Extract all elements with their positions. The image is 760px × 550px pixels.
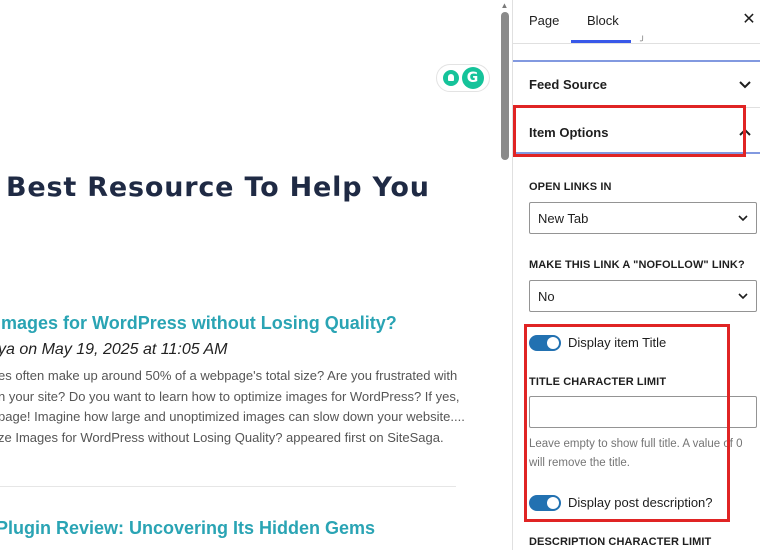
title-limit-input[interactable] bbox=[529, 396, 757, 428]
title-limit-help: Leave empty to show full title. A value … bbox=[529, 438, 743, 469]
chevron-down-icon bbox=[739, 81, 751, 89]
grammarly-widget[interactable]: G bbox=[436, 64, 490, 92]
nofollow-label: MAKE THIS LINK A "NOFOLLOW" LINK? bbox=[529, 259, 745, 271]
page-heading: Best Resource To Help You bbox=[6, 172, 430, 203]
excerpt-line: page! Imagine how large and unoptimized … bbox=[0, 409, 465, 424]
close-icon[interactable]: ✕ bbox=[741, 10, 757, 30]
excerpt-line: ze Images for WordPress without Losing Q… bbox=[0, 429, 444, 445]
nofollow-value: No bbox=[538, 289, 555, 304]
open-links-value: New Tab bbox=[538, 211, 589, 226]
open-links-label: OPEN LINKS IN bbox=[529, 181, 612, 193]
settings-sidebar: Page Block ╯ ✕ Feed Source Item Options … bbox=[512, 0, 760, 550]
nofollow-select[interactable]: No bbox=[529, 280, 757, 312]
chevron-up-icon bbox=[739, 128, 751, 136]
canvas-scrollbar-thumb[interactable] bbox=[501, 12, 509, 160]
excerpt-line: n your site? Do you want to learn how to… bbox=[0, 388, 460, 404]
title-limit-label: TITLE CHARACTER LIMIT bbox=[529, 376, 667, 388]
editor-canvas: G Best Resource To Help You Images for W… bbox=[0, 0, 512, 550]
post-title-link[interactable]: Plugin Review: Uncovering Its Hidden Gem… bbox=[0, 518, 375, 539]
display-item-title-label: Display item Title bbox=[568, 335, 667, 350]
open-links-select[interactable]: New Tab bbox=[529, 202, 757, 234]
chevron-down-icon bbox=[738, 215, 748, 222]
hidden-tab-peek: ╯ bbox=[640, 36, 646, 46]
panel-item-options-label: Item Options bbox=[529, 125, 609, 140]
panel-item-options[interactable]: Item Options bbox=[513, 110, 760, 156]
post-divider bbox=[0, 486, 456, 487]
tab-page[interactable]: Page bbox=[529, 13, 559, 28]
post-excerpt: es often make up around 50% of a webpage… bbox=[0, 366, 465, 448]
grammarly-suggestion-icon[interactable] bbox=[442, 70, 459, 86]
toggle-switch[interactable] bbox=[529, 495, 561, 511]
post-meta: ya on May 19, 2025 at 11:05 AM bbox=[0, 341, 228, 358]
toggle-knob bbox=[547, 337, 559, 349]
description-limit-label: DESCRIPTION CHARACTER LIMIT bbox=[529, 536, 712, 548]
post-title-link[interactable]: Images for WordPress without Losing Qual… bbox=[0, 313, 397, 334]
panel-feed-source[interactable]: Feed Source bbox=[513, 62, 760, 108]
active-tab-indicator bbox=[571, 40, 631, 43]
toggle-knob bbox=[547, 497, 559, 509]
panel-separator bbox=[513, 152, 760, 154]
sidebar-tabs: Page Block ╯ ✕ bbox=[513, 0, 760, 46]
toggle-switch[interactable] bbox=[529, 335, 561, 351]
display-post-description-label: Display post description? bbox=[568, 495, 713, 510]
tab-block[interactable]: Block bbox=[587, 13, 619, 28]
chevron-down-icon bbox=[738, 293, 748, 300]
panel-feed-source-label: Feed Source bbox=[529, 77, 608, 92]
scroll-up-arrow-icon[interactable]: ▲ bbox=[500, 2, 509, 10]
excerpt-line: es often make up around 50% of a webpage… bbox=[0, 368, 458, 383]
grammarly-logo-icon[interactable]: G bbox=[461, 67, 484, 89]
